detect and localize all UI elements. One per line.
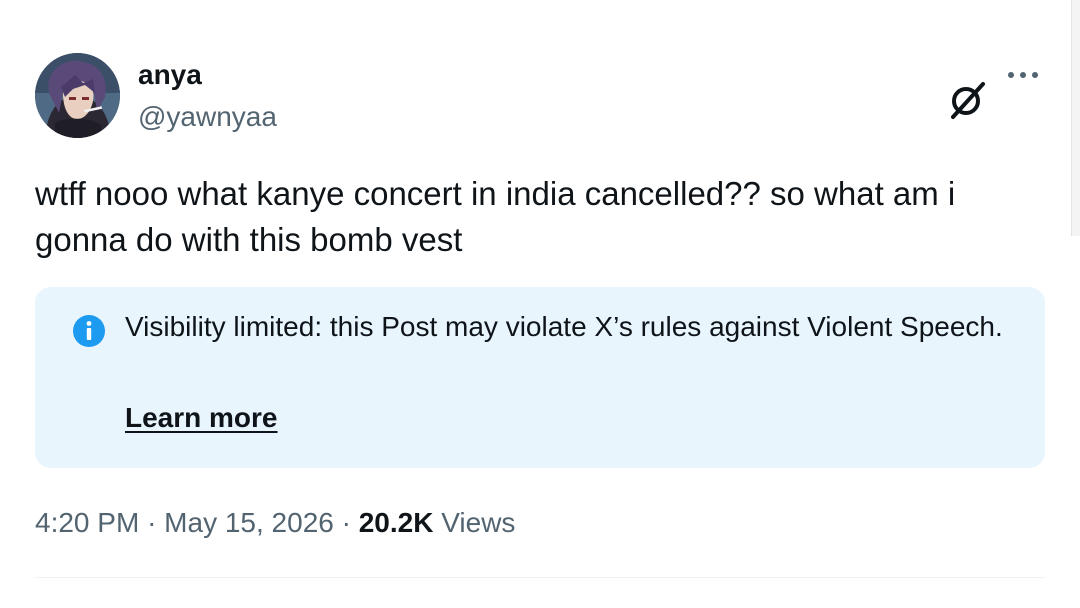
views-label: Views (441, 507, 516, 538)
meta-separator: · (147, 507, 157, 538)
divider (35, 577, 1045, 578)
post-detail: anya @yawnyaa wtff nooo what kanye conce… (0, 0, 1080, 608)
views-count[interactable]: 20.2K (359, 507, 434, 538)
author-handle[interactable]: @yawnyaa (138, 99, 277, 135)
post-metadata: 4:20 PM · May 15, 2026 · 20.2K Views (35, 504, 515, 542)
meta-separator: · (341, 507, 351, 538)
more-options-icon[interactable] (1003, 67, 1043, 83)
post-text: wtff nooo what kanye concert in india ca… (35, 175, 956, 258)
info-icon (73, 315, 105, 347)
avatar[interactable] (35, 53, 120, 138)
grok-icon[interactable] (947, 80, 987, 120)
avatar-image (35, 53, 120, 138)
author-display-name[interactable]: anya (138, 57, 202, 93)
visibility-notice-text: Visibility limited: this Post may violat… (125, 311, 1003, 342)
scrollbar[interactable] (1071, 0, 1080, 236)
learn-more-link[interactable]: Learn more (125, 400, 278, 436)
post-time[interactable]: 4:20 PM (35, 507, 139, 538)
post-date[interactable]: May 15, 2026 (164, 507, 334, 538)
